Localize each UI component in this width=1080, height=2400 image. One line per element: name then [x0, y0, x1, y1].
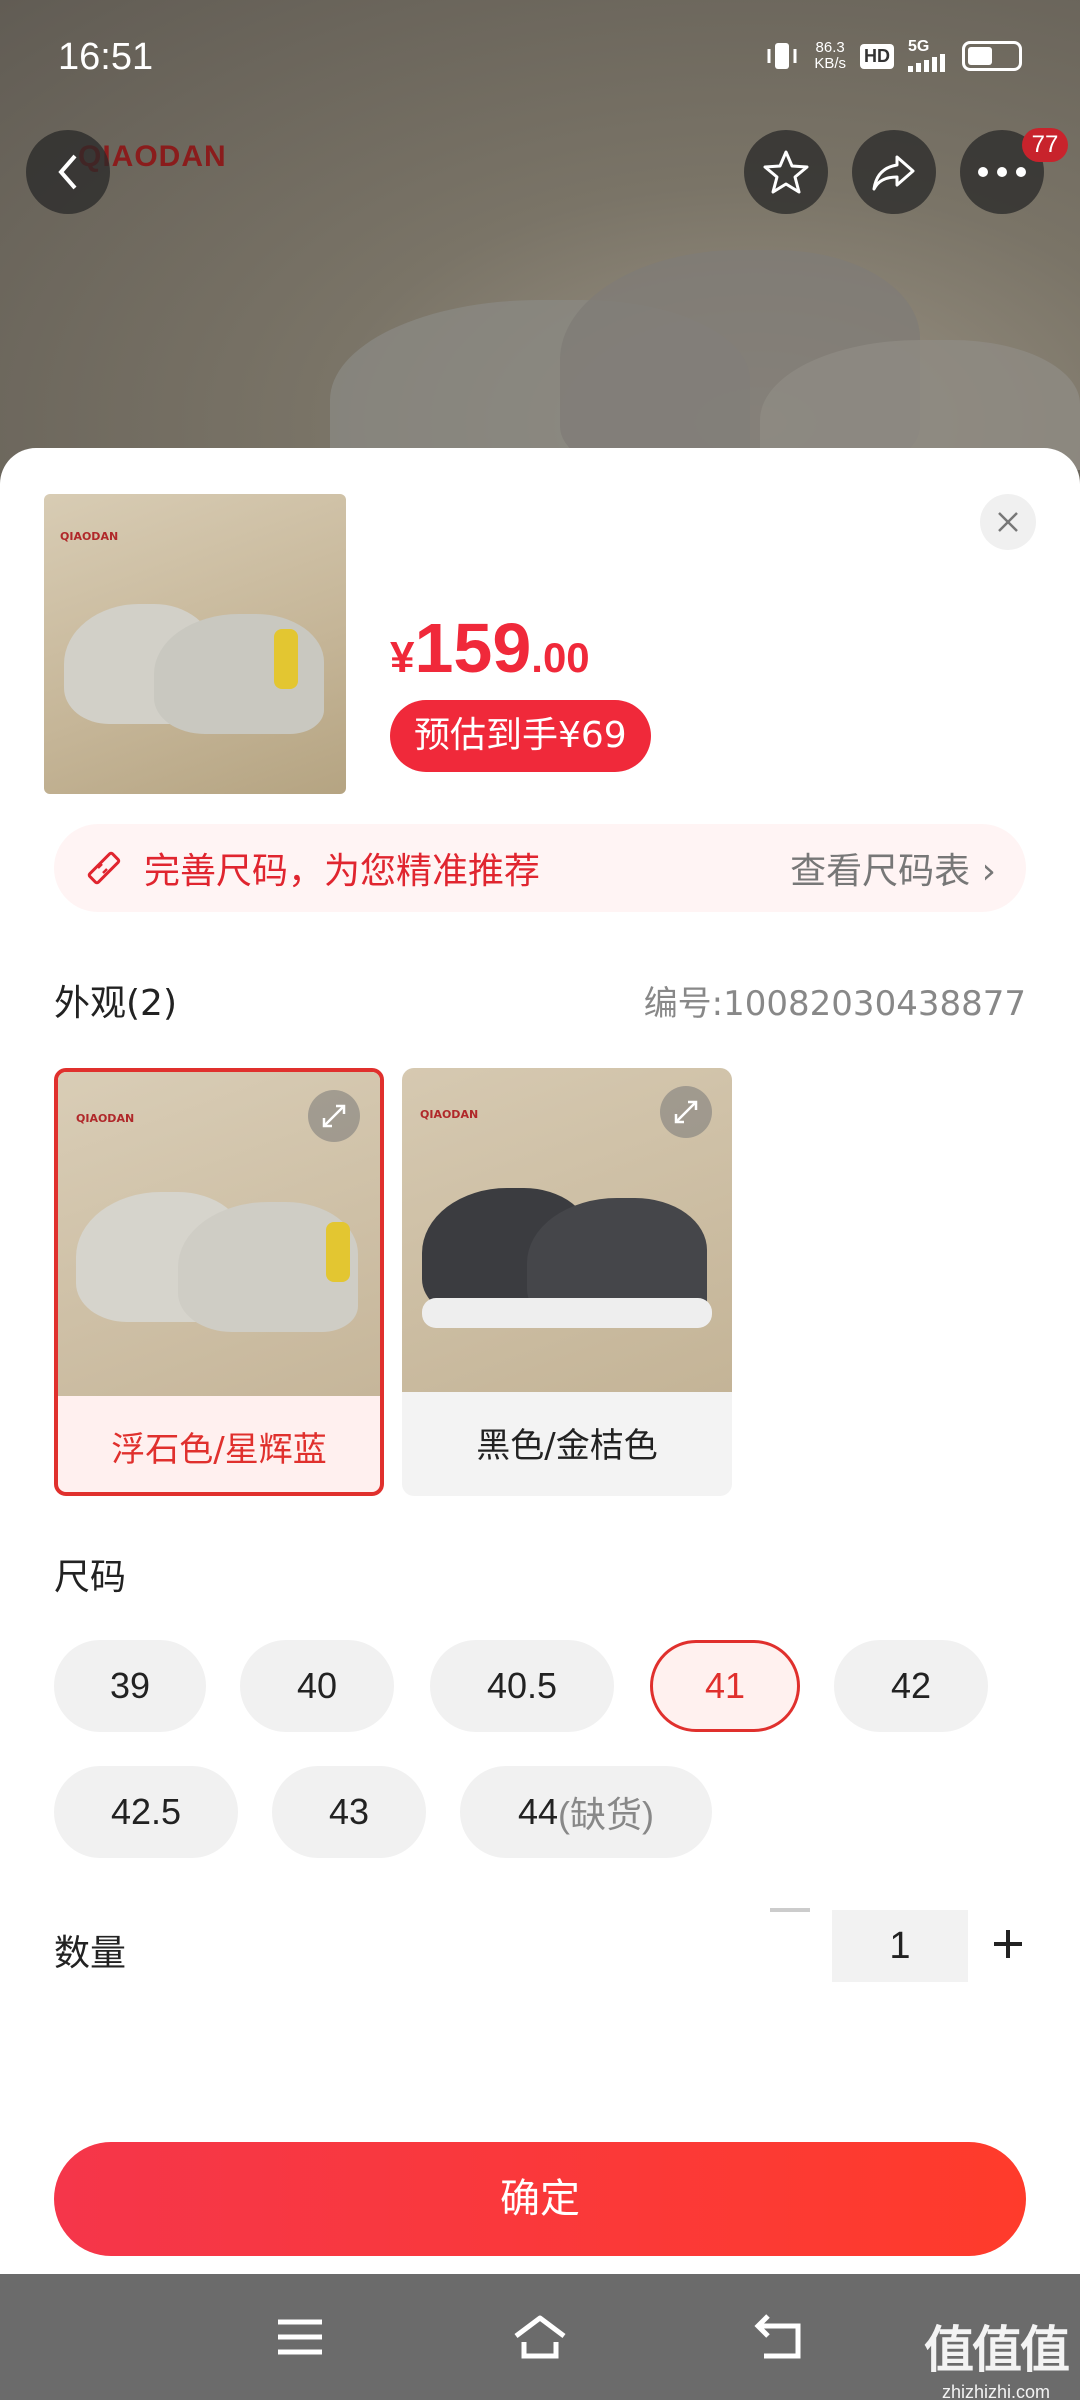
size-recommend-banner[interactable]: 完善尺码，为您精准推荐 查看尺码表 ›: [54, 824, 1026, 912]
back-arrow-icon: [58, 154, 77, 190]
size-option-40[interactable]: 40: [240, 1640, 394, 1732]
net-speed-unit: KB/s: [814, 55, 846, 72]
more-dots-icon: [978, 167, 1026, 177]
close-button[interactable]: [980, 494, 1036, 550]
expand-image-button[interactable]: [308, 1090, 360, 1142]
size-label: 44: [517, 1791, 559, 1832]
quantity-increase-button[interactable]: [990, 1926, 1026, 1962]
expand-image-button[interactable]: [660, 1086, 712, 1138]
product-thumbnail: QIAODAN: [44, 494, 346, 794]
estimated-price-badge: 预估到手¥69: [390, 700, 651, 772]
net-speed-value: 86.3: [815, 39, 845, 56]
size-title: 尺码: [54, 1557, 127, 1598]
size-label: 42: [890, 1665, 932, 1706]
size-option-40-5[interactable]: 40.5: [430, 1640, 614, 1732]
swatch-logo: QIAODAN: [76, 1112, 135, 1125]
size-label: 40: [296, 1665, 338, 1706]
share-button[interactable]: [852, 130, 936, 214]
battery-icon: [962, 41, 1022, 71]
back-button[interactable]: [26, 130, 110, 214]
out-of-stock-note: (缺货): [558, 1794, 655, 1835]
size-chart-link[interactable]: 查看尺码表 ›: [790, 842, 996, 894]
vibrate-icon: [767, 43, 797, 69]
share-icon: [872, 155, 915, 191]
signal-icon: [908, 54, 945, 72]
expand-icon: [674, 1100, 698, 1124]
expand-icon: [322, 1104, 346, 1128]
quantity-title: 数量: [54, 1933, 127, 1974]
size-option-39[interactable]: 39: [54, 1640, 206, 1732]
confirm-button[interactable]: 确定: [54, 2142, 1026, 2256]
color-option-label: 黑色/金桔色: [476, 1425, 658, 1466]
size-option-41[interactable]: 41: [650, 1640, 800, 1732]
color-option-pumice-blue[interactable]: QIAODAN 浮石色/星辉蓝: [54, 1068, 384, 1496]
size-label: 41: [704, 1665, 746, 1706]
price-currency: ¥: [390, 633, 415, 682]
star-icon: [763, 150, 809, 194]
back-nav-icon[interactable]: [750, 2312, 810, 2362]
price-decimal: .00: [531, 634, 590, 681]
hd-badge: HD: [860, 43, 894, 69]
size-option-42-5[interactable]: 42.5: [54, 1766, 238, 1858]
product-price: ¥159.00: [390, 608, 590, 688]
price-integer: 159: [414, 609, 532, 687]
swatch-logo: QIAODAN: [420, 1108, 479, 1121]
home-icon[interactable]: [510, 2312, 570, 2362]
network-label: 5G: [908, 38, 930, 55]
sku-selector-sheet: QIAODAN ¥159.00 预估到手¥69 完善尺码，为您精准推荐 查看尺码…: [0, 448, 1080, 2274]
site-watermark: 值值值 zhizhizhi.com: [924, 2310, 1070, 2400]
watermark-main: 值值值: [924, 2321, 1070, 2379]
thumb-logo: QIAODAN: [60, 530, 119, 543]
system-navigation-bar: [0, 2274, 1080, 2400]
size-option-42[interactable]: 42: [834, 1640, 988, 1732]
favorite-button[interactable]: [744, 130, 828, 214]
size-option-43[interactable]: 43: [272, 1766, 426, 1858]
size-label: 40.5: [486, 1665, 558, 1706]
net-speed: 86.3 KB/s: [814, 40, 846, 72]
appearance-title: 外观(2): [54, 983, 177, 1024]
size-label: 43: [328, 1791, 370, 1832]
status-bar: 16:51 86.3 KB/s HD 5G: [0, 0, 1080, 120]
quantity-value[interactable]: 1: [832, 1910, 968, 1982]
quantity-decrease-button[interactable]: [770, 1908, 810, 1912]
ruler-icon: [87, 851, 121, 885]
size-label: 42.5: [110, 1791, 182, 1832]
size-label: 39: [109, 1665, 151, 1706]
size-tip-text: 完善尺码，为您精准推荐: [144, 851, 541, 892]
menu-icon[interactable]: [270, 2312, 330, 2362]
sku-number: 编号:10082030438877: [643, 984, 1026, 1024]
status-time: 16:51: [58, 36, 154, 78]
color-option-black-orange[interactable]: QIAODAN 黑色/金桔色: [402, 1068, 732, 1496]
color-option-label: 浮石色/星辉蓝: [111, 1429, 327, 1470]
size-option-44[interactable]: 44 (缺货): [460, 1766, 712, 1858]
close-icon: [998, 512, 1018, 532]
watermark-sub: zhizhizhi.com: [941, 2382, 1051, 2400]
message-count-badge: 77: [1022, 128, 1068, 162]
